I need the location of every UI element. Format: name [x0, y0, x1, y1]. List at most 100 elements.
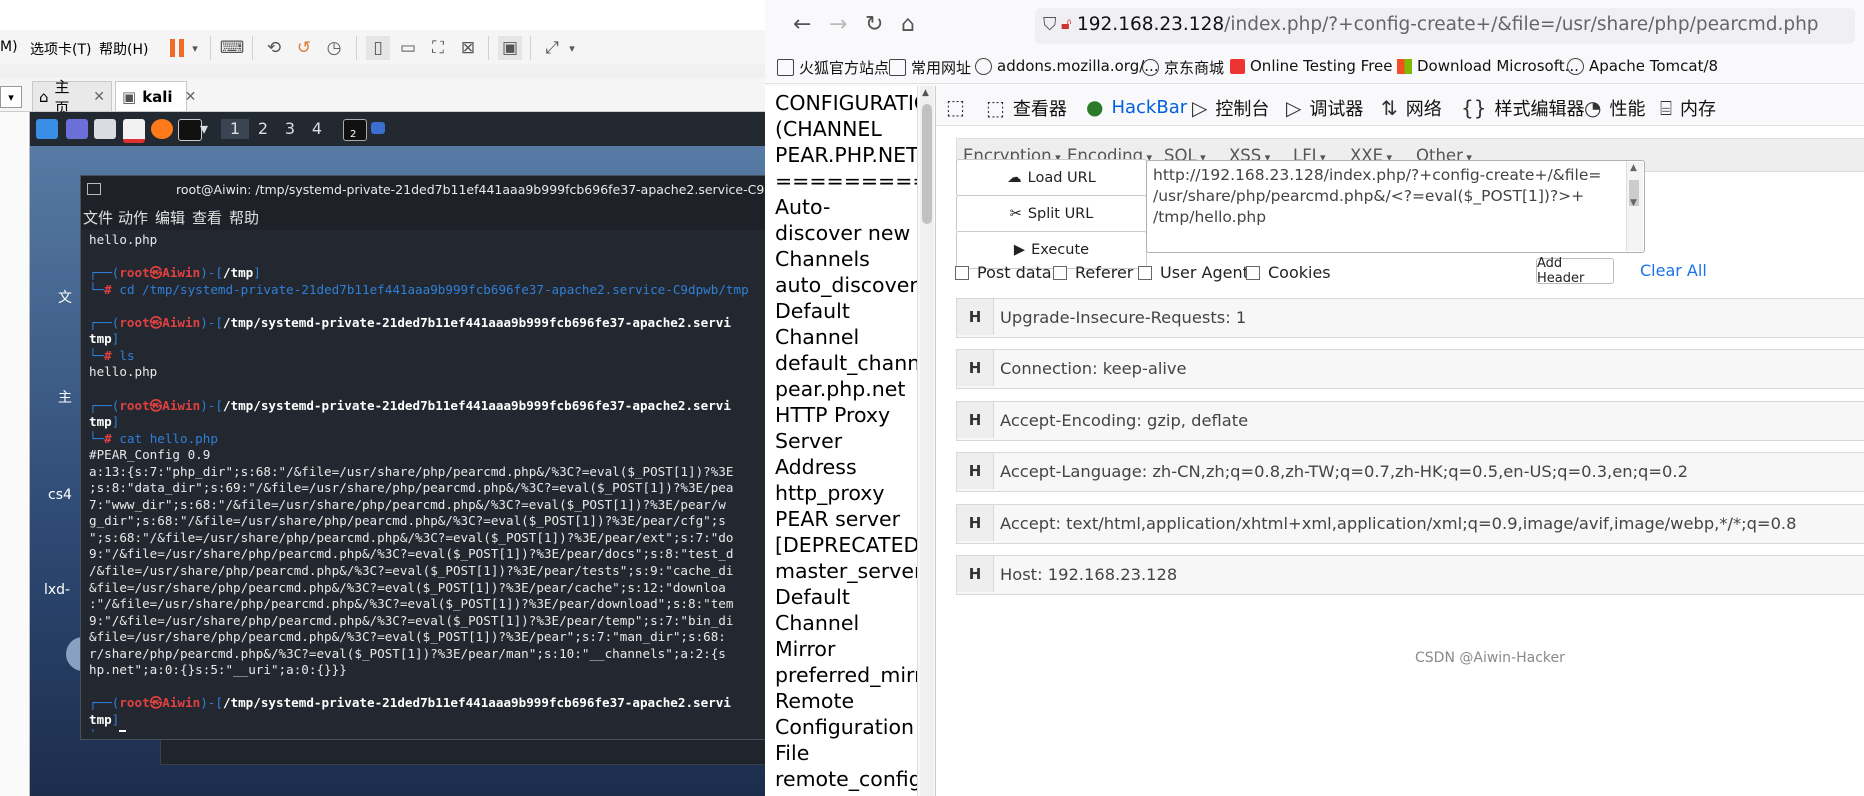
revert-snapshot-icon[interactable]: ↺	[292, 36, 316, 60]
reload-icon[interactable]: ↻	[865, 12, 883, 37]
file-manager-icon[interactable]	[94, 119, 116, 139]
close-tab-icon[interactable]: ✕	[185, 89, 197, 105]
fullscreen-icon[interactable]: ⛶	[426, 36, 450, 60]
referer-checkbox[interactable]: Referer	[1053, 263, 1133, 282]
tab-memory[interactable]: ⌸ 内存	[1660, 95, 1716, 121]
header-row[interactable]: H Accept-Encoding: gzip, deflate	[956, 401, 1864, 441]
close-tab-icon[interactable]: ✕	[93, 89, 105, 105]
textarea-scrollbar[interactable]: ▲ ▼	[1626, 162, 1643, 251]
inspector-icon: ⬚	[986, 96, 1005, 120]
tab-kali[interactable]: ▣ kali ✕	[115, 81, 196, 111]
workspace-4[interactable]: 4	[303, 119, 331, 139]
header-row[interactable]: H Upgrade-Insecure-Requests: 1	[956, 298, 1864, 338]
back-icon[interactable]: ←	[793, 12, 811, 37]
bookmark[interactable]: addons.mozilla.org/...	[975, 57, 1159, 75]
bookmark[interactable]: Download Microsoft...	[1397, 57, 1579, 75]
bookmark[interactable]: 京东商城	[1142, 57, 1224, 78]
stretch-icon[interactable]: ⤢	[540, 36, 564, 60]
element-picker-icon[interactable]: ⬚	[946, 95, 965, 119]
bookmark-folder[interactable]: 火狐官方站点	[777, 57, 889, 78]
workspace-3[interactable]: 3	[276, 119, 304, 139]
tab-style-editor[interactable]: {} 样式编辑器	[1461, 95, 1584, 121]
terminal-menu-action[interactable]: 动作	[118, 207, 148, 228]
bookmark[interactable]: Online Testing Free ...	[1230, 57, 1412, 75]
header-badge[interactable]: H	[957, 556, 994, 592]
load-url-button[interactable]: ☁ Load URL	[956, 159, 1147, 197]
checkbox-label: Post data	[977, 263, 1052, 282]
cookies-checkbox[interactable]: Cookies	[1246, 263, 1331, 282]
show-desktop-icon[interactable]	[66, 119, 88, 139]
terminal-line: hello.php	[89, 232, 158, 247]
split-url-button[interactable]: ✂ Split URL	[956, 195, 1147, 233]
firefox-icon[interactable]	[151, 119, 173, 139]
tab-network[interactable]: ⇅ 网络	[1381, 95, 1442, 121]
terminal-menu-edit[interactable]: 编辑	[155, 207, 185, 228]
scroll-up-icon[interactable]: ▲	[1630, 163, 1637, 173]
user-agent-checkbox[interactable]: User Agent	[1138, 263, 1249, 282]
pause-icon[interactable]	[166, 36, 188, 60]
terminal-menu-view[interactable]: 查看	[192, 207, 222, 228]
library-dropdown[interactable]: ▾	[0, 86, 22, 108]
text-editor-icon[interactable]	[123, 119, 145, 143]
sidebar-view-icon[interactable]: ▯	[366, 36, 390, 60]
tab-home[interactable]: ⌂ 主页 ✕	[32, 78, 112, 117]
snapshot-icon[interactable]: ⟲	[262, 36, 286, 60]
checkbox-box[interactable]	[1246, 265, 1260, 280]
header-row[interactable]: H Connection: keep-alive	[956, 349, 1864, 389]
header-row[interactable]: H Accept: text/html,application/xhtml+xml…	[956, 504, 1864, 544]
bookmarks-toolbar: 火狐官方站点 常用网址 addons.mozilla.org/... 京东商城 …	[765, 50, 1864, 84]
url-textarea[interactable]: http://192.168.23.128/index.php/?+config…	[1146, 160, 1645, 253]
tab-hackbar[interactable]: ● HackBar	[1086, 95, 1187, 119]
workspace-2[interactable]: 2	[249, 119, 277, 139]
header-row[interactable]: H Host: 192.168.23.128	[956, 555, 1864, 595]
checkbox-box[interactable]	[955, 265, 969, 280]
console-view-icon[interactable]: ▭	[396, 36, 420, 60]
header-badge[interactable]: H	[957, 453, 994, 489]
terminal-window: root@Aiwin: /tmp/systemd-private-21ded7b…	[80, 175, 828, 740]
url-text[interactable]: 192.168.23.128/index.php/?+config-create…	[1077, 14, 1819, 35]
terminal-menu-help[interactable]: 帮助	[229, 207, 259, 228]
checkbox-box[interactable]	[1138, 265, 1152, 280]
tab-inspector[interactable]: ⬚ 查看器	[986, 95, 1067, 121]
scroll-up-icon[interactable]: ▲	[922, 88, 929, 98]
terminal-menu-file[interactable]: 文件	[83, 207, 113, 228]
post-data-checkbox[interactable]: Post data	[955, 263, 1052, 282]
scroll-thumb[interactable]	[922, 104, 932, 224]
terminal-output[interactable]: hello.php ┌──(root㉿Aiwin)-[/tmp] └─# cd /t…	[89, 232, 769, 732]
tab-console[interactable]: ▷ 控制台	[1192, 95, 1269, 121]
bookmark[interactable]: Apache Tomcat/8	[1567, 57, 1718, 75]
tab-debugger[interactable]: ▷ 调试器	[1286, 95, 1363, 121]
window-task-icon[interactable]	[371, 122, 385, 134]
launcher-dropdown-icon[interactable]: ▾	[198, 119, 210, 139]
kali-menu-icon[interactable]	[36, 119, 58, 139]
header-row[interactable]: H Accept-Language: zh-CN,zh;q=0.8,zh-TW;q…	[956, 452, 1864, 492]
snapshot-manager-icon[interactable]: ◷	[322, 36, 346, 60]
pause-dropdown-icon[interactable]: ▾	[189, 36, 201, 60]
header-badge[interactable]: H	[957, 505, 994, 541]
header-badge[interactable]: H	[957, 299, 994, 335]
bookmark-folder[interactable]: 常用网址	[889, 57, 971, 78]
vm-menu-partial[interactable]: M)	[0, 39, 18, 55]
forward-icon[interactable]: →	[829, 12, 847, 37]
clear-all-link[interactable]: Clear All	[1640, 261, 1707, 280]
scroll-down-icon[interactable]: ▼	[1630, 198, 1637, 208]
terminal-line: /&file=/usr/share/php/pearcmd.php&/%3C?=…	[89, 563, 734, 578]
unity-icon[interactable]: ⊠	[456, 36, 480, 60]
send-keys-icon[interactable]: ⌨	[220, 36, 245, 60]
add-header-button[interactable]: Add Header	[1536, 256, 1614, 286]
shield-icon[interactable]: ⛉	[1043, 14, 1057, 35]
vm-title-strip	[0, 0, 765, 30]
vm-menu-help[interactable]: 帮助(H)	[99, 39, 148, 59]
vm-menu-tab[interactable]: 选项卡(T)	[30, 39, 91, 59]
tab-performance[interactable]: ◔ 性能	[1584, 95, 1645, 121]
stretch-dropdown-icon[interactable]: ▾	[566, 36, 578, 60]
home-icon[interactable]: ⌂	[901, 12, 915, 37]
page-scrollbar[interactable]: ▲	[920, 86, 934, 796]
insecure-lock-icon[interactable]: 🔓︎	[1061, 14, 1071, 34]
header-badge[interactable]: H	[957, 350, 994, 386]
terminal-view-icon[interactable]: ▣	[498, 36, 522, 60]
header-badge[interactable]: H	[957, 402, 994, 438]
workspace-1[interactable]: 1	[221, 119, 249, 139]
url-bar[interactable]: ⛉ 🔓︎ 192.168.23.128/index.php/?+config-c…	[1035, 8, 1855, 44]
checkbox-box[interactable]	[1053, 265, 1067, 280]
